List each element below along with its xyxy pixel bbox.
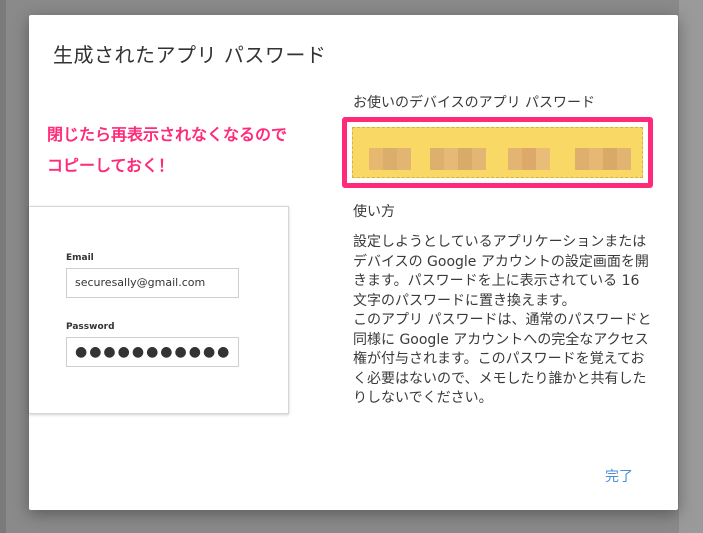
password-label: Password	[66, 322, 115, 332]
backdrop	[0, 0, 6, 533]
pixelated-password-block-3	[508, 148, 550, 170]
usage-heading: 使い方	[353, 204, 395, 220]
annotation-line-2: コピーしておく！	[47, 156, 175, 175]
email-field[interactable]: securesally@gmail.com	[66, 268, 239, 298]
password-highlight-frame: ••••••••••••••••	[342, 117, 653, 188]
pixelated-password-block-1	[369, 148, 411, 170]
email-label: Email	[66, 253, 94, 263]
annotation-line-1: 閉じたら再表示されなくなるので	[47, 125, 288, 144]
dialog-title: 生成されたアプリ パスワード	[53, 43, 327, 67]
copy-reminder-annotation: 閉じたら再表示されなくなるので コピーしておく！	[47, 119, 287, 181]
login-example-card: Email securesally@gmail.com Password ●●●…	[29, 206, 289, 414]
backdrop-right	[679, 0, 703, 533]
generated-password-box[interactable]: ••••••••••••••••	[352, 127, 643, 178]
usage-instructions: 設定しようとしているアプリケーションまたはデバイスの Google アカウントの…	[353, 234, 652, 406]
password-field[interactable]: ●●●●●●●●●●●	[66, 337, 239, 367]
pixelated-password-block-4	[575, 148, 631, 170]
done-button[interactable]: 完了	[605, 466, 633, 486]
device-password-heading: お使いのデバイスのアプリ パスワード	[353, 95, 596, 111]
app-password-dialog: 生成されたアプリ パスワード 閉じたら再表示されなくなるので コピーしておく！ …	[29, 15, 678, 510]
pixelated-password-block-2	[430, 148, 486, 170]
